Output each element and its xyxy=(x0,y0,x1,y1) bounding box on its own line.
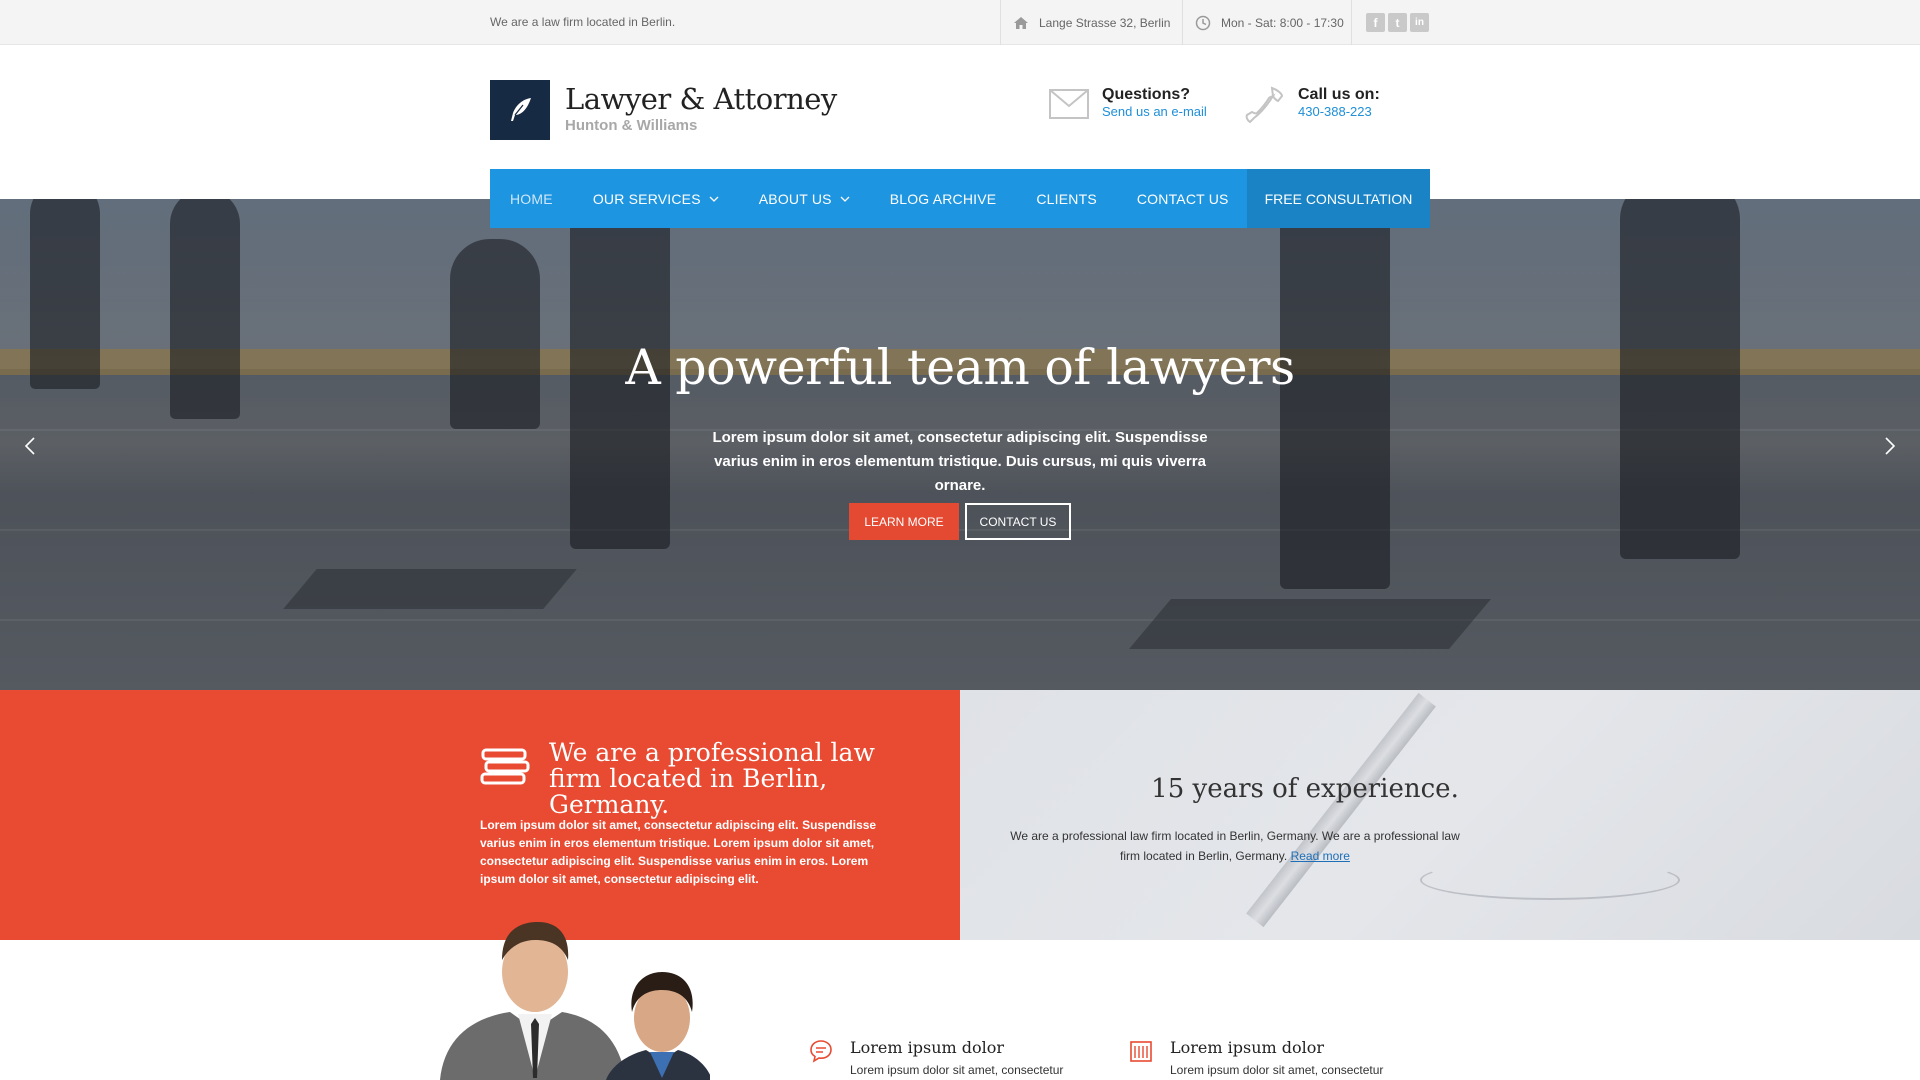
top-bar-hours: Mon - Sat: 8:00 - 17:30 xyxy=(1182,0,1351,45)
service-text: Lorem ipsum dolor sit amet, consectetur xyxy=(1170,1063,1384,1077)
questions-label: Questions? xyxy=(1102,86,1191,103)
top-bar: We are a law firm located in Berlin. Lan… xyxy=(0,0,1920,45)
experience-title: 15 years of experience. xyxy=(1151,774,1459,804)
hero-background-floor xyxy=(0,619,1920,621)
call-label: Call us on: xyxy=(1298,86,1380,103)
address-text: Lange Strasse 32, Berlin xyxy=(1039,15,1171,30)
contact-us-button[interactable]: Contact Us xyxy=(965,503,1071,540)
books-icon xyxy=(480,746,530,793)
service-item: Lorem ipsum dolor Lorem ipsum dolor sit … xyxy=(1128,1038,1383,1077)
service-item: Lorem ipsum dolor Lorem ipsum dolor sit … xyxy=(808,1038,1063,1077)
nav-item-label: Blog Archive xyxy=(889,190,997,207)
service-title: Lorem ipsum dolor xyxy=(1170,1038,1325,1057)
slider-prev-arrow[interactable] xyxy=(20,434,40,458)
call-block: Call us on: 430-388-223 xyxy=(1244,86,1380,131)
nav-item-contact-us[interactable]: Contact Us xyxy=(1117,169,1249,228)
experience-panel: 15 years of experience. We are a profess… xyxy=(960,690,1920,940)
quill-icon xyxy=(511,98,531,121)
hero-slider: A powerful team of lawyers Lorem ipsum d… xyxy=(0,199,1920,690)
clock-icon xyxy=(1195,15,1211,31)
chevron-right-icon xyxy=(1885,437,1895,455)
chevron-down-icon xyxy=(840,196,850,202)
linkedin-icon[interactable]: in xyxy=(1410,13,1429,32)
nav-item-clients[interactable]: Clients xyxy=(1016,169,1117,228)
chevron-left-icon xyxy=(25,437,35,455)
questions-block: Questions? Send us an e-mail xyxy=(1048,86,1207,127)
nav-item-about-us[interactable]: About Us xyxy=(739,169,870,228)
experience-text-body: We are a professional law firm located i… xyxy=(1010,829,1460,863)
signature-graphic xyxy=(1420,860,1680,900)
slider-next-arrow[interactable] xyxy=(1880,434,1900,458)
phone-number[interactable]: 430-388-223 xyxy=(1298,104,1380,120)
logo[interactable] xyxy=(490,80,550,140)
pen-graphic xyxy=(1246,692,1436,928)
about-text: Lorem ipsum dolor sit amet, consectetur … xyxy=(480,818,877,886)
nav-item-label: Clients xyxy=(1036,190,1097,207)
nav-item-label: Home xyxy=(510,190,553,207)
brand-subtitle: Hunton & Williams xyxy=(565,117,698,134)
service-text: Lorem ipsum dolor sit amet, consectetur xyxy=(850,1063,1064,1077)
service-title: Lorem ipsum dolor xyxy=(850,1038,1005,1057)
nav-item-label: Our Services xyxy=(592,190,701,207)
home-icon xyxy=(1013,16,1029,30)
nav-item-label: About Us xyxy=(758,190,832,207)
top-bar-address: Lange Strasse 32, Berlin xyxy=(1000,0,1182,45)
email-link[interactable]: Send us an e-mail xyxy=(1102,104,1207,120)
top-bar-tagline: We are a law firm located in Berlin. xyxy=(490,15,676,29)
experience-text: We are a professional law firm located i… xyxy=(1000,826,1470,866)
facebook-icon[interactable]: f xyxy=(1366,13,1385,32)
hero-shadow xyxy=(283,569,577,609)
chevron-down-icon xyxy=(709,196,719,202)
twitter-icon[interactable]: t xyxy=(1388,13,1407,32)
envelope-icon xyxy=(1048,86,1090,127)
hours-text: Mon - Sat: 8:00 - 17:30 xyxy=(1221,15,1344,30)
main-nav: Home Our Services About Us Blog Archive … xyxy=(490,169,1430,228)
hero-title: A powerful team of lawyers xyxy=(625,339,1295,396)
read-more-link[interactable]: Read more xyxy=(1291,849,1350,863)
hero-lead: Lorem ipsum dolor sit amet, consectetur … xyxy=(712,429,1208,494)
social-links: f t in xyxy=(1351,0,1431,45)
nav-item-home[interactable]: Home xyxy=(490,169,573,228)
free-consultation-button[interactable]: Free Consultation xyxy=(1247,169,1430,228)
nav-item-label: Contact Us xyxy=(1136,190,1229,207)
brand-title[interactable]: Lawyer & Attorney xyxy=(565,82,837,116)
hero-figure xyxy=(450,239,540,429)
building-icon xyxy=(1128,1038,1154,1069)
hero-shadow xyxy=(1129,599,1491,649)
about-title: We are a professional law firm located i… xyxy=(549,738,875,819)
nav-item-our-services[interactable]: Our Services xyxy=(573,169,739,228)
phone-icon xyxy=(1244,86,1286,131)
nav-item-blog-archive[interactable]: Blog Archive xyxy=(870,169,1017,228)
learn-more-button[interactable]: Learn More xyxy=(849,503,959,540)
speech-bubble-icon xyxy=(808,1038,834,1069)
team-photo xyxy=(430,900,712,1080)
